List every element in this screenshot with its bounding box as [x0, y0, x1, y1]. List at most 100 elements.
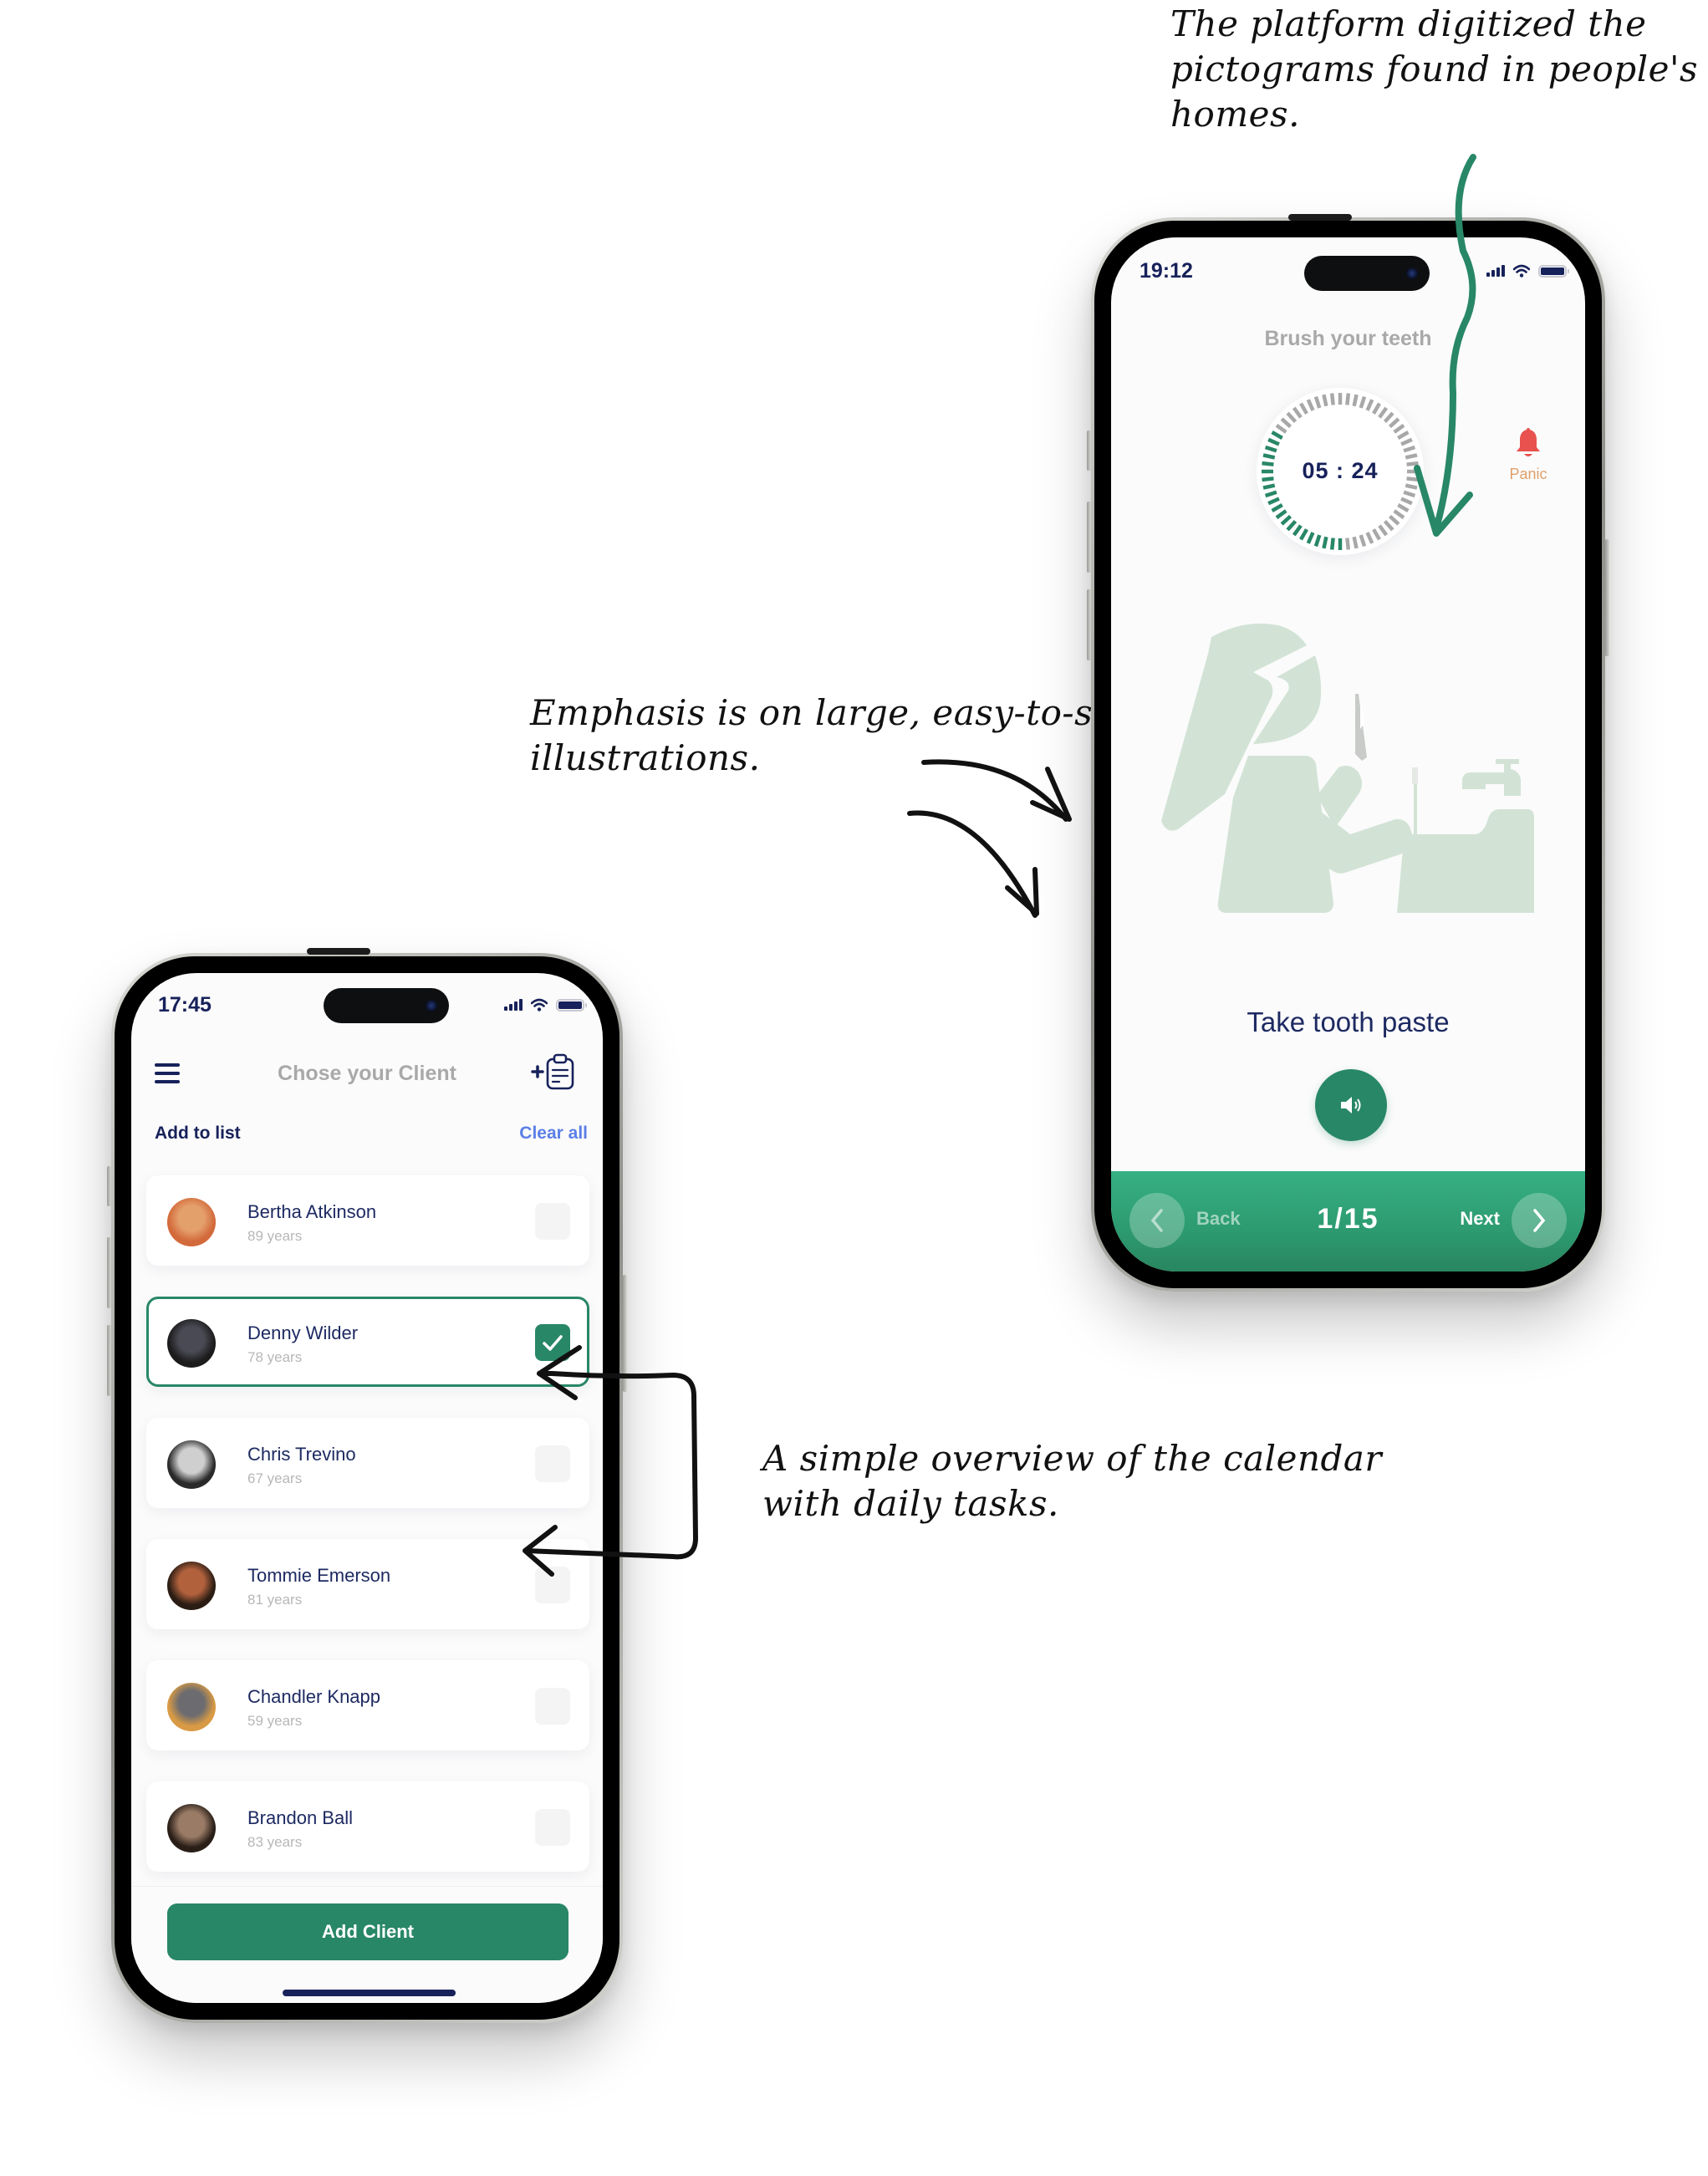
step-navigation-bar: Back 1/15 Next [1111, 1171, 1585, 1271]
client-card[interactable]: Brandon Ball 83 years [146, 1781, 589, 1872]
timer-tick-elapsed [1275, 509, 1287, 520]
status-time: 19:12 [1140, 259, 1193, 283]
brushing-teeth-illustration [1161, 623, 1534, 913]
volume-down-button [107, 1325, 111, 1396]
timer-tick-remaining [1329, 393, 1335, 405]
timer-value: 05 : 24 [1302, 458, 1379, 483]
client-age: 59 years [247, 1713, 303, 1729]
annotation-illustrations: Emphasis is on large, easy-to-see illust… [530, 691, 1135, 781]
timer-tick-elapsed [1262, 483, 1276, 490]
wifi-icon [1513, 264, 1530, 278]
earpiece [1288, 214, 1352, 221]
timer-tick-remaining [1388, 514, 1400, 526]
timer-tick-remaining [1403, 490, 1416, 498]
clear-all-link[interactable]: Clear all [519, 1124, 588, 1144]
faucet-shape [1462, 759, 1521, 796]
timer-tick-remaining [1352, 394, 1359, 407]
action-button [1087, 431, 1091, 471]
timer-tick-remaining [1378, 524, 1389, 537]
add-clipboard-icon[interactable] [531, 1053, 579, 1090]
select-checkbox[interactable] [535, 1809, 570, 1846]
status-time: 17:45 [158, 993, 212, 1017]
add-client-button[interactable]: Add Client [167, 1903, 568, 1960]
timer-tick-elapsed [1292, 524, 1303, 537]
timer-tick-remaining [1345, 538, 1351, 550]
camera-icon [1406, 268, 1418, 279]
timer-tick-elapsed [1286, 519, 1298, 532]
volume-up-button [1087, 502, 1091, 573]
timer-tick-remaining [1372, 528, 1381, 541]
step-text: Take tooth paste [1247, 1006, 1450, 1037]
select-checkbox[interactable] [535, 1567, 570, 1603]
select-checkbox[interactable] [535, 1203, 570, 1240]
timer-tick-elapsed [1322, 536, 1328, 549]
client-phone: 17:45 Chose your Client Add to list Clea… [107, 948, 627, 2023]
timer-tick-remaining [1322, 394, 1328, 407]
timer-tick-elapsed [1271, 431, 1283, 440]
timer-tick-remaining [1403, 445, 1416, 453]
annotation-line: with daily tasks. [762, 1483, 1059, 1524]
play-sound-button[interactable] [1315, 1069, 1387, 1141]
section-label: Add to list [155, 1124, 241, 1143]
chevron-right-icon [1533, 1209, 1546, 1232]
timer-tick-elapsed [1267, 437, 1280, 446]
client-name: Tommie Emerson [247, 1565, 391, 1586]
timer-tick-elapsed [1306, 532, 1315, 544]
annotation-line: illustrations. [530, 737, 761, 778]
bezel: 19:12 Brush your teeth 05 : 24 Panic Tak… [1094, 214, 1602, 1288]
select-checkbox[interactable] [535, 1324, 570, 1361]
client-age: 78 years [247, 1349, 303, 1365]
timer-tick-remaining [1275, 423, 1287, 434]
timer-tick-remaining [1393, 423, 1405, 434]
client-age: 67 years [247, 1470, 303, 1486]
timer-tick-remaining [1400, 497, 1413, 506]
client-card[interactable]: Chandler Knapp 59 years [146, 1660, 589, 1750]
timer-tick-elapsed [1267, 497, 1280, 506]
timer-tick-remaining [1383, 411, 1394, 424]
select-checkbox[interactable] [535, 1445, 570, 1482]
client-age: 81 years [247, 1592, 303, 1608]
timer-tick-remaining [1359, 534, 1367, 548]
timer-tick-remaining [1393, 509, 1405, 520]
sink-shape [1397, 809, 1534, 913]
power-button [623, 1275, 627, 1392]
earpiece [307, 948, 370, 955]
camera-icon [426, 1000, 437, 1012]
panic-button[interactable]: Panic [1499, 428, 1558, 483]
timer-tick-remaining [1397, 503, 1410, 512]
next-button[interactable] [1512, 1193, 1567, 1248]
timer-tick-elapsed [1313, 534, 1322, 548]
toothbrush-icon [1412, 767, 1418, 834]
arrow-to-illustration-2 [907, 810, 1038, 918]
volume-down-button [1087, 589, 1091, 660]
bell-icon [1517, 428, 1540, 456]
timer-tick-remaining [1345, 393, 1351, 405]
client-age: 89 years [247, 1228, 303, 1244]
action-button [107, 1166, 111, 1206]
signal-icon [1486, 265, 1505, 277]
bezel: 17:45 Chose your Client Add to list Clea… [115, 948, 619, 2020]
timer-tick-remaining [1383, 519, 1394, 532]
arrow-head-2 [1005, 867, 1039, 916]
timer-tick-remaining [1352, 536, 1359, 549]
next-label[interactable]: Next [1460, 1208, 1500, 1230]
timer-tick-remaining [1306, 399, 1315, 411]
annotation-line: The platform digitized the [1170, 3, 1647, 44]
client-card[interactable]: Bertha Atkinson 89 years [146, 1175, 589, 1266]
status-icons [504, 998, 587, 1012]
client-card[interactable]: Chris Trevino 67 years [146, 1418, 589, 1508]
timer-tick-elapsed [1329, 538, 1335, 550]
select-checkbox[interactable] [535, 1688, 570, 1725]
timer-tick-remaining [1372, 402, 1381, 415]
timer-tick-elapsed [1280, 514, 1292, 526]
dynamic-island [324, 988, 449, 1023]
avatar [167, 1198, 216, 1246]
task-title: Brush your teeth [1264, 327, 1432, 350]
toothpaste-icon [1355, 694, 1367, 761]
timer-tick-remaining [1313, 395, 1322, 409]
client-card[interactable]: Tommie Emerson 81 years [146, 1539, 589, 1629]
timer-tick-remaining [1405, 483, 1418, 490]
client-card[interactable]: Denny Wilder 78 years [146, 1297, 589, 1387]
avatar [167, 1440, 216, 1489]
annotation-calendar: A simple overview of the calendar with d… [762, 1436, 1382, 1526]
